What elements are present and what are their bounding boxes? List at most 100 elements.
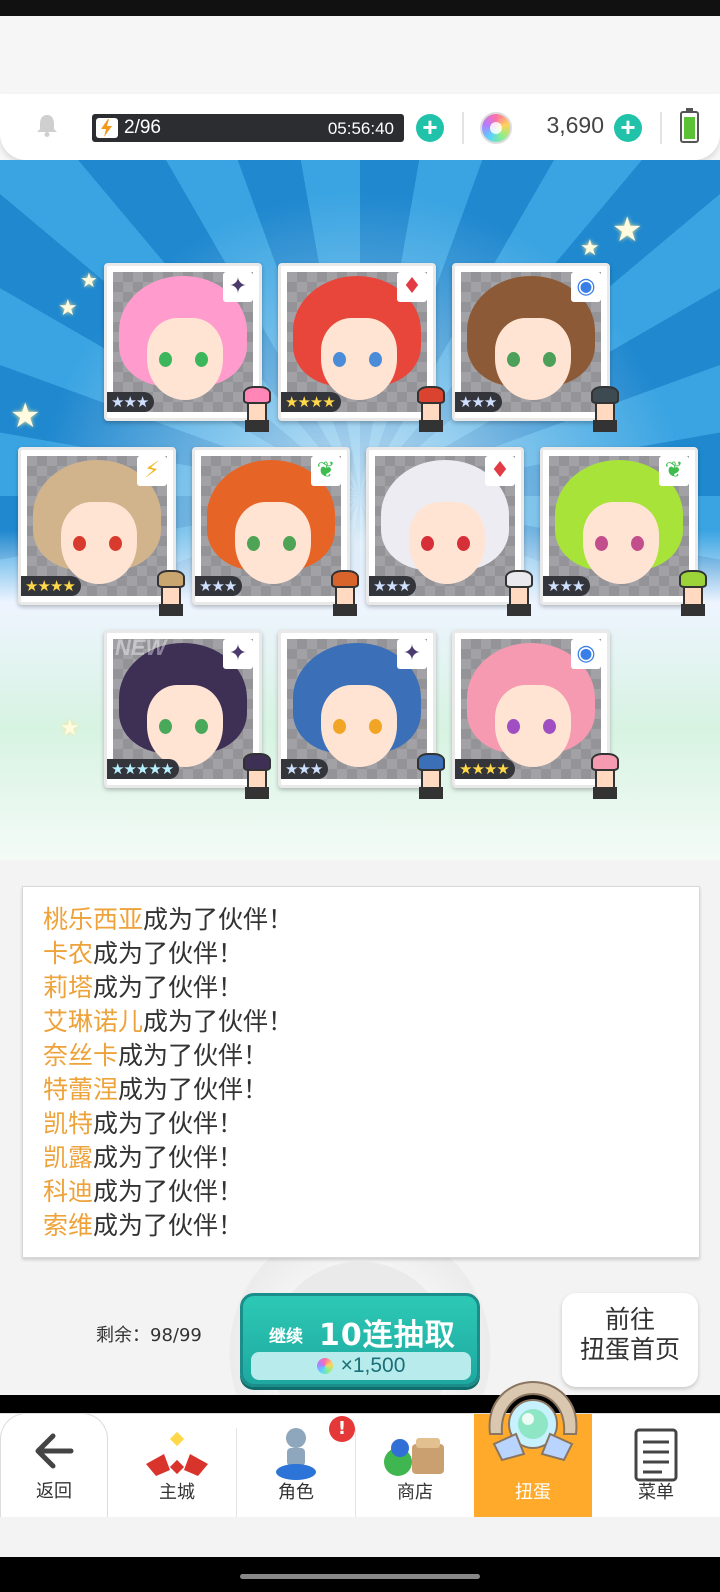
rarity-stars: ★★★ [455, 392, 503, 412]
tab-label: 扭蛋 [515, 1482, 551, 1503]
character-card[interactable]: ⚡ ★★★★ [18, 447, 185, 616]
pixel-sprite [237, 753, 277, 801]
rarity-stars: ★★★★ [281, 392, 341, 412]
menu-list-icon [634, 1428, 678, 1482]
divider [462, 112, 464, 144]
shop-icon [384, 1438, 444, 1476]
character-card[interactable]: ♦ ★★★★ [278, 263, 445, 432]
log-line: 索维成为了伙伴！ [43, 1209, 699, 1243]
character-card[interactable]: ♦ ★★★ [366, 447, 533, 616]
character-name: 桃乐西亚 [43, 905, 144, 934]
rarity-stars: ★★★ [369, 576, 417, 596]
add-gems-button[interactable]: + [614, 114, 642, 142]
home-indicator[interactable] [240, 1574, 480, 1579]
log-line: 艾琳诺儿成为了伙伴！ [43, 1005, 699, 1039]
recruit-log[interactable]: 桃乐西亚成为了伙伴！ 卡农成为了伙伴！ 莉塔成为了伙伴！ 艾琳诺儿成为了伙伴！ 奈丝卡成… [22, 886, 700, 1258]
element-icon: ♦ [397, 272, 427, 302]
tab-shop[interactable]: 商店 [356, 1414, 474, 1518]
pixel-sprite [411, 753, 451, 801]
rarity-stars: ★★★★ [455, 759, 515, 779]
sparkle-star-icon: ★ [612, 210, 643, 250]
pixel-sprite [325, 570, 365, 618]
tab-gacha[interactable]: 扭蛋 [474, 1380, 592, 1518]
nav-bottom-padding [0, 1517, 720, 1557]
log-text: 成为了伙伴！ [93, 939, 244, 968]
draw-cost: ×1,500 [251, 1352, 471, 1380]
pixel-sprite [151, 570, 191, 618]
character-card[interactable]: ❦ ★★★ [540, 447, 707, 616]
resource-bar: 2/96 05:56:40 + 3,690 + [0, 94, 720, 160]
rarity-stars: ★★★ [281, 759, 329, 779]
back-button[interactable]: 返回 [0, 1413, 108, 1517]
lightning-icon [96, 118, 118, 138]
pixel-sprite [499, 570, 539, 618]
log-line: 特蕾涅成为了伙伴！ [43, 1073, 699, 1107]
tab-label: 主城 [159, 1482, 195, 1503]
new-tag: NEW [115, 635, 167, 660]
notification-badge: ! [329, 1416, 355, 1442]
rarity-stars: ★★★ [543, 576, 591, 596]
element-icon: ❦ [659, 456, 689, 486]
draw-cost-value: ×1,500 [340, 1354, 406, 1377]
log-line: 凯露成为了伙伴！ [43, 1141, 699, 1175]
log-text: 成为了伙伴！ [93, 1109, 244, 1138]
back-arrow-icon [35, 1433, 74, 1469]
character-name: 莉塔 [43, 973, 94, 1002]
bottom-nav: 主城 ! 角色 商店 扭蛋 菜单 [0, 1380, 720, 1518]
draw-ten-button[interactable]: 继续 10连抽取 ×1,500 [240, 1293, 480, 1387]
gem-count: 3,690 [546, 112, 604, 138]
character-name: 艾琳诺儿 [43, 1007, 144, 1036]
log-text: 成为了伙伴！ [93, 1143, 244, 1172]
back-label: 返回 [36, 1481, 72, 1502]
rarity-stars: ★★★ [195, 576, 243, 596]
log-line: 莉塔成为了伙伴！ [43, 971, 699, 1005]
character-card[interactable]: ✦ ★★★ [104, 263, 271, 432]
divider [660, 112, 662, 144]
character-card[interactable]: ◉ ★★★★ [452, 630, 619, 799]
log-line: 卡农成为了伙伴！ [43, 937, 699, 971]
log-line: 凯特成为了伙伴！ [43, 1107, 699, 1141]
element-icon: ♦ [485, 456, 515, 486]
battery-icon [680, 108, 699, 143]
log-text: 成为了伙伴！ [93, 1211, 244, 1240]
tab-menu[interactable]: 菜单 [592, 1414, 720, 1518]
character-card[interactable]: ❦ ★★★ [192, 447, 359, 616]
character-card[interactable]: ✦ ★★★ [278, 630, 445, 799]
bell-icon[interactable] [34, 112, 60, 138]
system-status-bar [0, 0, 720, 16]
character-name: 索维 [43, 1211, 94, 1240]
element-icon: ⚡ [137, 456, 167, 486]
character-name: 凯特 [43, 1109, 94, 1138]
goto-label-line2: 扭蛋首页 [579, 1335, 680, 1364]
rarity-stars: ★★★★★ [107, 759, 180, 779]
sparkle-star-icon: ★ [80, 268, 98, 292]
character-name: 科迪 [43, 1177, 94, 1206]
draws-remaining: 剩余：98/99 [96, 1325, 202, 1346]
gem-icon [316, 1358, 333, 1374]
character-name: 奈丝卡 [43, 1041, 119, 1070]
gem-icon [480, 112, 512, 144]
tab-characters[interactable]: ! 角色 [237, 1414, 355, 1518]
sparkle-star-icon: ★ [580, 236, 600, 261]
pixel-sprite [411, 386, 451, 434]
add-stamina-button[interactable]: + [416, 114, 444, 142]
tab-town[interactable]: 主城 [118, 1414, 236, 1518]
sparkle-star-icon: ★ [60, 716, 80, 741]
log-text: 成为了伙伴！ [143, 1007, 294, 1036]
rarity-stars: ★★★ [107, 392, 155, 412]
sparkle-star-icon: ★ [10, 396, 41, 436]
gacha-result-scene: ★ ★ ★ ★ ★ ★ ✦ ★★★ ♦ ★★★★ ◉ ★★★ ⚡ ★★★★ ❦ ★★★ ♦ ★★★ ❦ ★… [0, 160, 720, 860]
tab-label: 角色 [278, 1482, 314, 1503]
log-text: 成为了伙伴！ [143, 905, 294, 934]
log-text: 成为了伙伴！ [118, 1041, 269, 1070]
rarity-stars: ★★★★ [21, 576, 81, 596]
character-card[interactable]: NEW ✦ ★★★★★ [104, 630, 271, 799]
pixel-sprite [673, 570, 713, 618]
gacha-orb-icon [488, 1380, 578, 1462]
goto-label-line1: 前往 [604, 1305, 655, 1334]
character-card[interactable]: ◉ ★★★ [452, 263, 619, 432]
stamina-gauge: 2/96 05:56:40 [92, 114, 404, 142]
goto-gacha-home-button[interactable]: 前往 扭蛋首页 [562, 1293, 698, 1387]
log-text: 成为了伙伴！ [93, 1177, 244, 1206]
log-line: 桃乐西亚成为了伙伴！ [43, 903, 699, 937]
